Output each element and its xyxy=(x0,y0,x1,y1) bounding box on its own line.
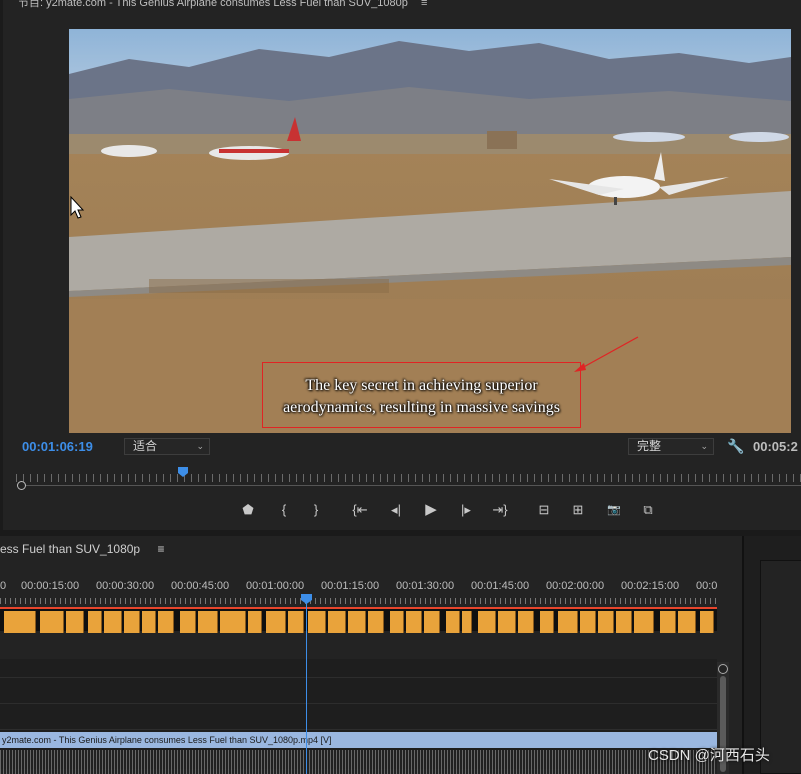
caption-clip[interactable] xyxy=(88,611,102,633)
caption-clip[interactable] xyxy=(248,611,262,633)
caption-clip[interactable] xyxy=(462,611,472,633)
current-timecode[interactable]: 00:01:06:19 xyxy=(22,439,93,454)
go-to-out-button[interactable]: ⇥} xyxy=(490,500,510,520)
caption-clip[interactable] xyxy=(328,611,346,633)
caption-clip[interactable] xyxy=(220,611,246,633)
caption-clip[interactable] xyxy=(518,611,534,633)
scrollbar-handle[interactable] xyxy=(718,664,728,674)
caption-clip[interactable] xyxy=(634,611,654,633)
csdn-watermark: CSDN @河西石头 xyxy=(648,747,770,764)
timeline-tab-label: ess Fuel than SUV_1080p xyxy=(0,542,141,556)
ruler-label: 00:01:15:00 xyxy=(321,580,380,592)
subtitle-caption[interactable]: The key secret in achieving superior aer… xyxy=(262,375,581,419)
program-monitor-title-text: 节目: y2mate.com - This Genius Airplane co… xyxy=(18,0,408,9)
zoom-bar[interactable] xyxy=(22,485,801,486)
caption-clip[interactable] xyxy=(700,611,714,633)
ruler-label: 00:00:30:00 xyxy=(96,580,155,592)
caption-clip[interactable] xyxy=(678,611,696,633)
caption-clip[interactable] xyxy=(368,611,384,633)
timeline-panel: ess Fuel than SUV_1080p ≡ 0 00:00:15:00 00… xyxy=(0,536,740,774)
caption-clip[interactable] xyxy=(540,611,554,633)
zoom-fit-value: 适合 xyxy=(133,439,158,453)
ruler-label: 00:0 xyxy=(696,580,718,592)
time-ruler[interactable]: 0 00:00:15:00 00:00:30:00 00:00:45:00 00:01:… xyxy=(0,580,720,594)
caption-clip[interactable] xyxy=(424,611,440,633)
caption-clip[interactable] xyxy=(616,611,632,633)
caption-clip[interactable] xyxy=(308,611,326,633)
premiere-workspace: 节目: y2mate.com - This Genius Airplane co… xyxy=(0,0,801,774)
chevron-down-icon: ⌄ xyxy=(700,441,708,451)
play-button[interactable]: ▶ xyxy=(421,500,441,520)
ruler-label: 00:01:00:00 xyxy=(246,580,305,592)
zoom-fit-dropdown[interactable]: 适合 ⌄ xyxy=(124,438,210,455)
mark-in-button[interactable]: { xyxy=(274,500,294,520)
track-separator xyxy=(0,677,717,678)
step-back-button[interactable]: ◂| xyxy=(386,500,406,520)
annotation-arrow-icon xyxy=(574,336,639,372)
caption-clip[interactable] xyxy=(180,611,196,633)
mark-out-button[interactable]: } xyxy=(306,500,326,520)
video-clip[interactable]: y2mate.com - This Genius Airplane consum… xyxy=(0,732,717,748)
audio-clip-waveform[interactable] xyxy=(0,750,717,774)
timeline-tab[interactable]: ess Fuel than SUV_1080p ≡ xyxy=(0,542,164,556)
audio-meter-area xyxy=(760,560,801,774)
caption-clip[interactable] xyxy=(104,611,122,633)
audio-meters-panel xyxy=(742,536,801,774)
caption-clip[interactable] xyxy=(580,611,596,633)
panel-menu-icon[interactable]: ≡ xyxy=(421,0,427,9)
export-frame-camera-icon[interactable]: 📷 xyxy=(604,500,624,520)
ruler-label: 0 xyxy=(0,580,7,592)
ruler-label: 00:02:15:00 xyxy=(621,580,680,592)
extract-button[interactable]: ⊞ xyxy=(568,500,588,520)
ruler-label: 00:01:30:00 xyxy=(396,580,455,592)
program-monitor-title[interactable]: 节目: y2mate.com - This Genius Airplane co… xyxy=(18,0,427,10)
caption-clip[interactable] xyxy=(558,611,578,633)
caption-clip[interactable] xyxy=(198,611,218,633)
caption-clip[interactable] xyxy=(660,611,676,633)
ruler-label: 00:01:45:00 xyxy=(471,580,530,592)
program-monitor-panel: 节目: y2mate.com - This Genius Airplane co… xyxy=(0,0,801,530)
go-to-in-button[interactable]: {⇤ xyxy=(350,500,370,520)
add-marker-button[interactable]: ⬟ xyxy=(238,500,258,520)
track-separator xyxy=(0,703,717,704)
panel-menu-icon[interactable]: ≡ xyxy=(157,542,164,556)
monitor-scrubber[interactable] xyxy=(16,462,801,492)
ruler-label: 00:00:15:00 xyxy=(21,580,80,592)
comparison-view-button[interactable]: ⧉ xyxy=(638,500,658,520)
chevron-down-icon: ⌄ xyxy=(196,441,204,451)
caption-clip[interactable] xyxy=(124,611,140,633)
scrubber-ticks xyxy=(16,474,801,482)
caption-clip[interactable] xyxy=(40,611,64,633)
ruler-label: 00:00:45:00 xyxy=(171,580,230,592)
caption-clip[interactable] xyxy=(142,611,156,633)
caption-clip[interactable] xyxy=(406,611,422,633)
subtitle-line-1: The key secret in achieving superior xyxy=(305,377,538,394)
zoom-bar-handle[interactable] xyxy=(17,481,26,490)
caption-track[interactable] xyxy=(0,607,717,633)
caption-clip[interactable] xyxy=(446,611,460,633)
caption-clip[interactable] xyxy=(66,611,84,633)
caption-clip[interactable] xyxy=(288,611,304,633)
panel-edge xyxy=(0,0,3,530)
caption-clip[interactable] xyxy=(598,611,614,633)
timeline-playhead-line[interactable] xyxy=(306,598,307,774)
caption-clip[interactable] xyxy=(266,611,286,633)
caption-clip[interactable] xyxy=(478,611,496,633)
playback-resolution-dropdown[interactable]: 完整 ⌄ xyxy=(628,438,714,455)
caption-clip[interactable] xyxy=(158,611,174,633)
caption-clip[interactable] xyxy=(348,611,366,633)
time-ruler-ticks xyxy=(0,598,718,604)
track-separator xyxy=(0,729,717,730)
caption-clip[interactable] xyxy=(498,611,516,633)
caption-clip[interactable] xyxy=(390,611,404,633)
ruler-label: 00:02:00:00 xyxy=(546,580,605,592)
caption-clip[interactable] xyxy=(4,611,36,633)
lift-button[interactable]: ⊟ xyxy=(534,500,554,520)
step-forward-button[interactable]: |▸ xyxy=(456,500,476,520)
playback-resolution-value: 完整 xyxy=(637,439,662,453)
subtitle-line-2: aerodynamics, resulting in massive savin… xyxy=(283,399,560,416)
settings-wrench-icon[interactable]: 🔧 xyxy=(727,438,744,455)
sequence-duration: 00:05:2 xyxy=(753,439,798,454)
